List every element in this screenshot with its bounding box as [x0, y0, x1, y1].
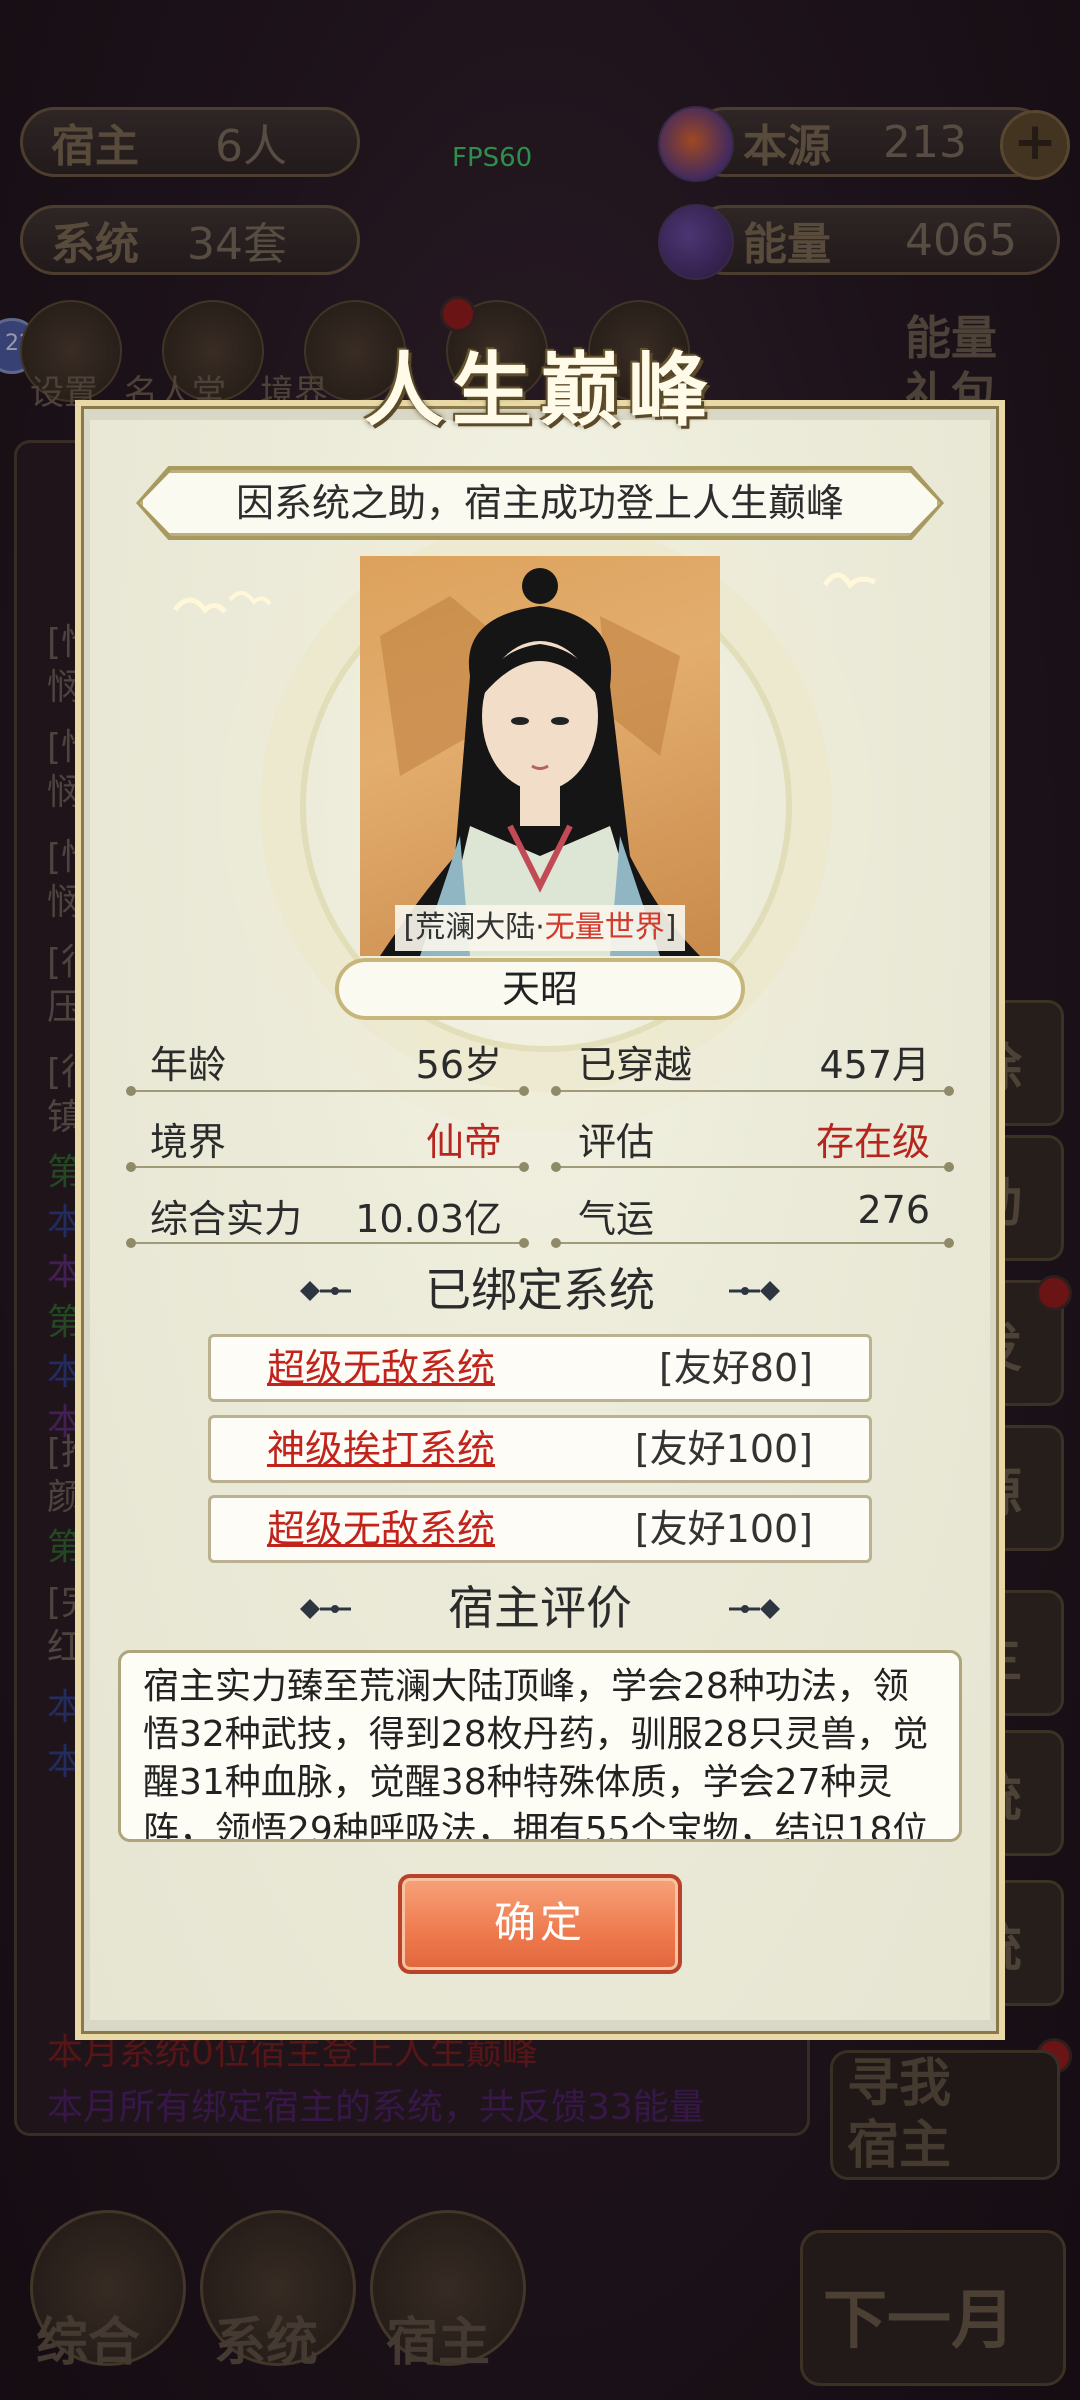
stat-power-label: 综合实力 — [150, 1197, 303, 1241]
system-friendship: [友好80] — [658, 1346, 813, 1390]
world-tag: [荒澜大陆·无量世界] — [395, 905, 685, 951]
stat-traveled: 已穿越 457月 — [578, 1028, 930, 1088]
divider — [126, 1238, 529, 1248]
subtitle-banner: 因系统之助，宿主成功登上人生巅峰 — [140, 470, 940, 536]
bound-systems-title: 已绑定系统 — [425, 1263, 655, 1317]
divider — [126, 1162, 529, 1172]
stat-rating-label: 评估 — [578, 1120, 655, 1164]
world-tag-suffix: ] — [664, 910, 677, 945]
stat-age-label: 年龄 — [150, 1043, 227, 1087]
stat-traveled-value: 457月 — [819, 1043, 930, 1087]
host-portrait — [360, 556, 720, 956]
system-name-link[interactable]: 超级无敌系统 — [267, 1337, 495, 1399]
host-portrait-icon — [380, 568, 700, 956]
world-tag-red: 无量世界 — [544, 910, 665, 945]
divider — [551, 1162, 954, 1172]
stat-realm: 境界 仙帝 — [150, 1105, 502, 1165]
bound-system-row[interactable]: 超级无敌系统 [友好100] — [208, 1495, 872, 1563]
stat-rating: 评估 存在级 — [578, 1105, 930, 1165]
stat-luck-value: 276 — [857, 1188, 930, 1232]
host-name-plate: 天昭 — [335, 958, 745, 1020]
stat-realm-value: 仙帝 — [425, 1120, 502, 1164]
divider — [551, 1086, 954, 1096]
host-eval-text[interactable]: 宿主实力臻至荒澜大陆顶峰，学会28种功法，领悟32种武技，得到28枚丹药，驯服2… — [118, 1650, 962, 1842]
subtitle-text: 因系统之助，宿主成功登上人生巅峰 — [235, 481, 844, 525]
host-name: 天昭 — [501, 967, 578, 1011]
bound-system-row[interactable]: 神级挨打系统 [友好100] — [208, 1415, 872, 1483]
system-friendship: [友好100] — [634, 1507, 813, 1551]
diamond-right-icon-2 — [729, 1599, 780, 1619]
stat-realm-label: 境界 — [150, 1120, 227, 1164]
bird-decoration-right-icon — [822, 572, 877, 590]
bird-decoration-icon — [173, 591, 272, 614]
host-eval-body: 宿主实力臻至荒澜大陆顶峰，学会28种功法，领悟32种武技，得到28枚丹药，驯服2… — [143, 1666, 929, 1842]
world-tag-prefix: [荒澜大陆· — [403, 910, 545, 945]
stat-power-value: 10.03亿 — [355, 1197, 502, 1241]
stat-age-value: 56岁 — [415, 1043, 502, 1087]
confirm-label: 确定 — [493, 1898, 586, 1947]
stat-luck: 气运 276 — [578, 1182, 930, 1242]
divider — [126, 1086, 529, 1096]
system-friendship: [友好100] — [634, 1427, 813, 1471]
system-name-link[interactable]: 神级挨打系统 — [267, 1418, 495, 1480]
stat-rating-value: 存在级 — [815, 1120, 930, 1164]
system-name-link[interactable]: 超级无敌系统 — [267, 1498, 495, 1560]
bound-system-row[interactable]: 超级无敌系统 [友好80] — [208, 1334, 872, 1402]
stat-age: 年龄 56岁 — [150, 1028, 502, 1088]
diamond-right-icon — [729, 1281, 780, 1301]
divider — [551, 1238, 954, 1248]
stat-power: 综合实力 10.03亿 — [150, 1182, 502, 1242]
modal-title: 人生巅峰 — [364, 343, 716, 437]
stat-traveled-label: 已穿越 — [578, 1043, 693, 1087]
stat-luck-label: 气运 — [578, 1197, 655, 1241]
confirm-button[interactable]: 确定 — [398, 1874, 682, 1974]
host-eval-title: 宿主评价 — [448, 1581, 632, 1635]
